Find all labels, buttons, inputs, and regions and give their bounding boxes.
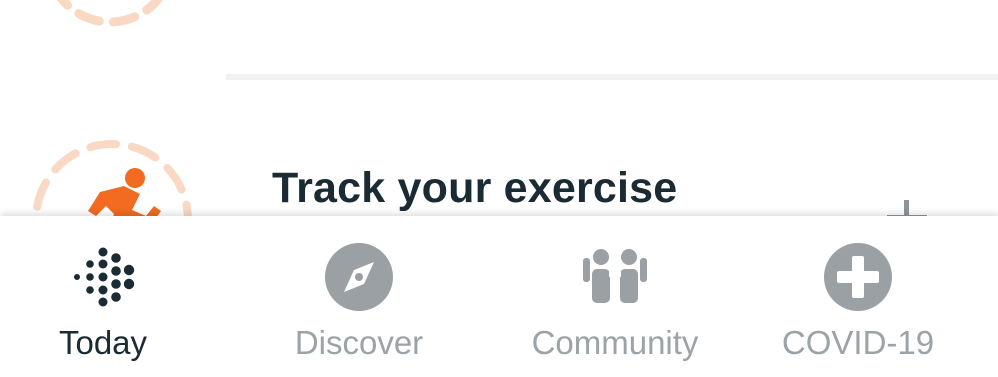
nav-label-today: Today	[58, 324, 148, 361]
fitbit-logo-icon	[66, 240, 140, 314]
nav-item-covid-19[interactable]: COVID-19	[718, 216, 998, 377]
nav-label-covid-19: COVID-19	[781, 324, 935, 361]
nav-item-discover[interactable]: Discover	[206, 216, 512, 377]
nav-item-today[interactable]: Today	[0, 216, 206, 377]
card-title: Track your exercise	[272, 164, 678, 212]
nav-label-community: Community	[531, 324, 699, 361]
community-icon	[578, 240, 652, 314]
bottom-navigation: Today Discover Community COVID-19	[0, 216, 998, 377]
compass-icon	[322, 240, 396, 314]
today-screen: Track your exercise Today Discover Commu…	[0, 0, 998, 377]
nav-item-community[interactable]: Community	[512, 216, 718, 377]
section-divider	[226, 74, 998, 80]
nav-label-discover: Discover	[294, 324, 424, 361]
goal-ring-icon	[56, 0, 164, 27]
plus-cross-icon	[821, 240, 895, 314]
